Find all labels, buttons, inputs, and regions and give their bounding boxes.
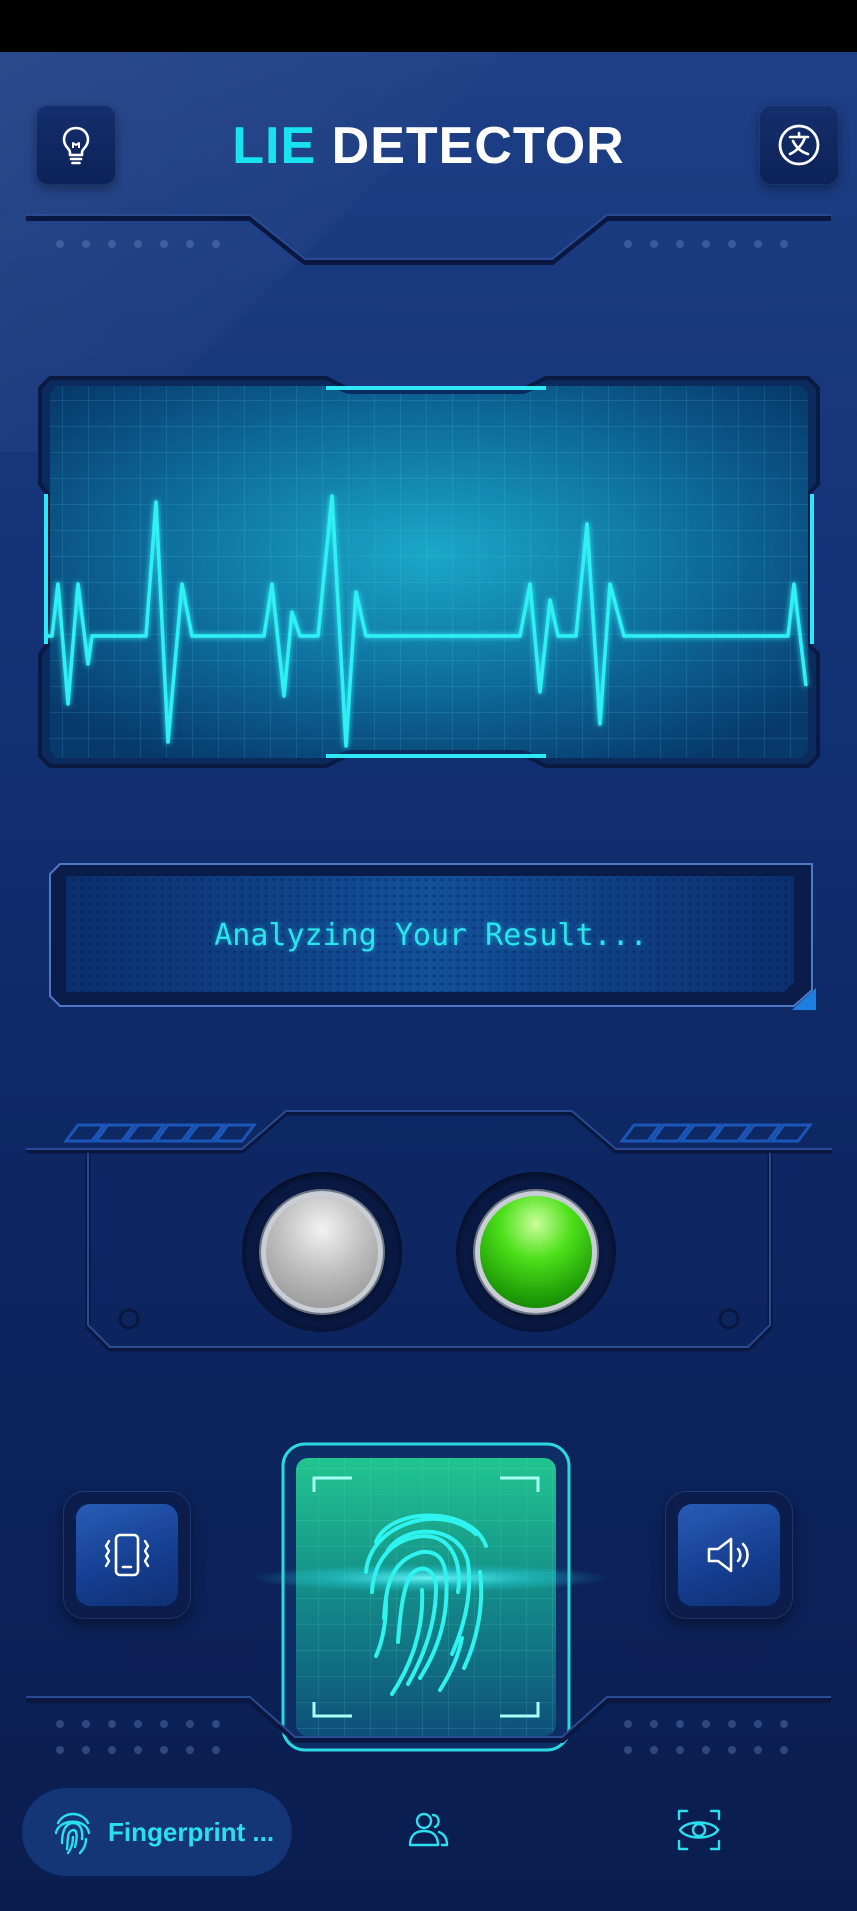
nav-item-users[interactable] <box>399 1800 459 1860</box>
fingerprint-icon <box>54 1812 91 1855</box>
lie-indicator-light <box>475 1191 597 1313</box>
nav-item-eye-scan[interactable] <box>669 1800 729 1860</box>
truth-indicator-light <box>261 1191 383 1313</box>
left-indicator-well <box>242 1172 402 1332</box>
heartbeat-monitor <box>36 374 822 770</box>
translate-icon <box>778 124 820 166</box>
dots-right-bottom-1 <box>624 1720 788 1728</box>
language-button[interactable] <box>759 105 839 185</box>
dots-left-top <box>56 240 220 248</box>
speaker-icon <box>707 1537 749 1573</box>
vibration-toggle-button[interactable] <box>64 1492 190 1618</box>
nav-item-fingerprint[interactable]: Fingerprint ... <box>22 1788 292 1876</box>
result-status-text: Analyzing Your Result... <box>214 917 648 953</box>
dots-right-bottom-2 <box>624 1746 788 1754</box>
vibration-icon <box>104 1533 150 1577</box>
dots-right-top <box>624 240 788 248</box>
app-screen: LIE DETECTOR Analyzing Your Result... <box>0 52 857 1911</box>
indicator-panel <box>26 1087 832 1367</box>
sound-toggle-face <box>676 1502 782 1608</box>
nav-label-fingerprint: Fingerprint ... <box>108 1816 275 1847</box>
bottom-navigation: Fingerprint ... <box>0 1780 857 1900</box>
status-bar <box>0 0 857 52</box>
right-indicator-well <box>456 1172 616 1332</box>
users-icon <box>408 1812 449 1847</box>
dots-left-bottom-1 <box>56 1720 220 1728</box>
title-accent: LIE <box>232 117 317 175</box>
dots-left-bottom-2 <box>56 1746 220 1754</box>
title-rest: DETECTOR <box>331 117 625 175</box>
result-panel: Analyzing Your Result... <box>46 860 816 1010</box>
sound-toggle-button[interactable] <box>666 1492 792 1618</box>
app-title: LIE DETECTOR <box>0 116 857 176</box>
vibration-toggle-face <box>74 1502 180 1608</box>
eye-scan-icon <box>677 1809 721 1851</box>
